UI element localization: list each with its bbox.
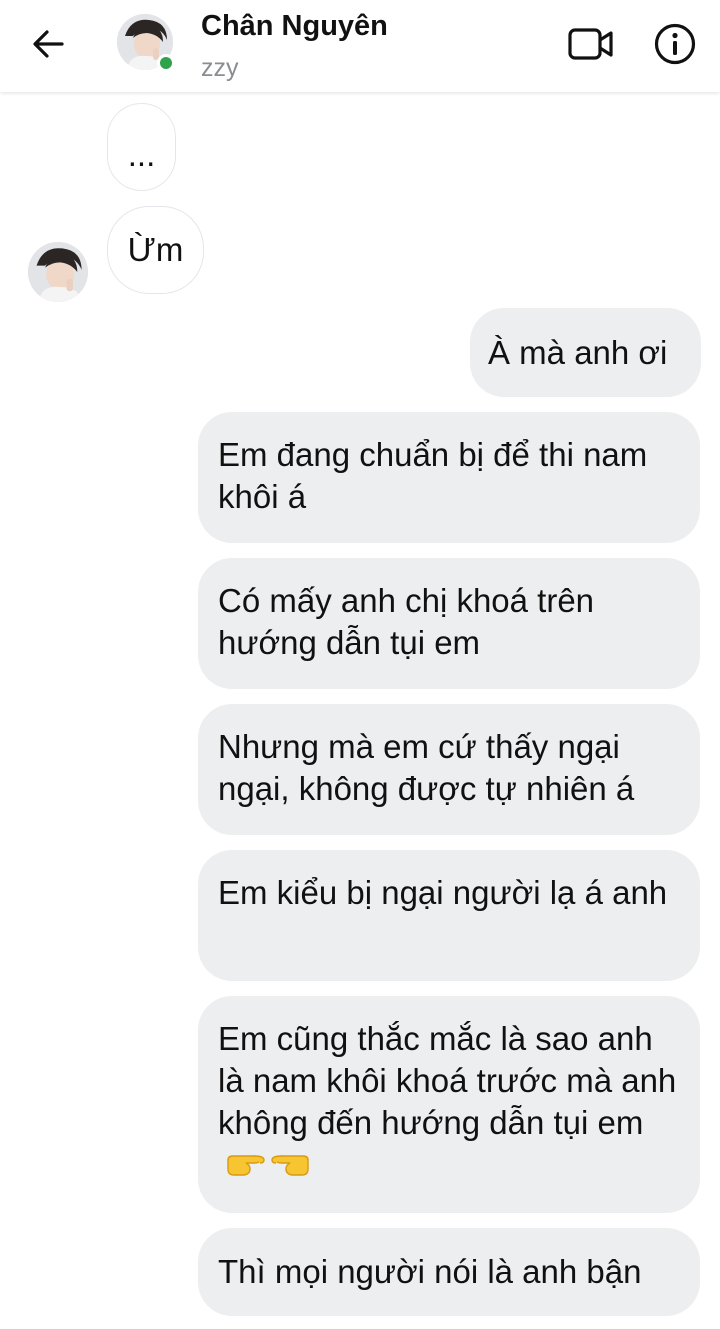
message-bubble-outgoing[interactable]: À mà anh ơi bbox=[470, 308, 701, 397]
message-bubble-outgoing[interactable]: Em cũng thắc mắc là sao anh là nam khôi … bbox=[198, 996, 700, 1213]
pointing-left-emoji bbox=[268, 1148, 312, 1190]
message-text: ... bbox=[127, 136, 156, 173]
message-bubble-outgoing[interactable]: Thì mọi người nói là anh bận bbox=[198, 1228, 700, 1316]
message-bubble-outgoing[interactable]: Em đang chuẩn bị để thi nam khôi á bbox=[198, 412, 700, 543]
message-text: Ừm bbox=[127, 231, 184, 268]
video-camera-icon bbox=[568, 28, 613, 60]
back-button[interactable] bbox=[26, 22, 70, 66]
conversation-info-button[interactable] bbox=[652, 21, 698, 67]
info-circle-icon bbox=[654, 23, 696, 65]
online-indicator bbox=[157, 54, 175, 72]
message-bubble-incoming[interactable]: Ừm bbox=[107, 206, 204, 294]
message-text: Nhưng mà em cứ thấy ngại ngại, không đượ… bbox=[218, 728, 635, 807]
message-text: Có mấy anh chị khoá trên hướng dẫn tụi e… bbox=[218, 582, 595, 661]
message-text: Em kiểu bị ngại người lạ á anh bbox=[218, 874, 668, 911]
message-bubble-outgoing[interactable]: Nhưng mà em cứ thấy ngại ngại, không đượ… bbox=[198, 704, 700, 835]
message-bubble-outgoing[interactable]: Có mấy anh chị khoá trên hướng dẫn tụi e… bbox=[198, 558, 700, 689]
message-text: Thì mọi người nói là anh bận bbox=[218, 1253, 642, 1290]
avatar-photo bbox=[28, 242, 88, 302]
message-text: À mà anh ơi bbox=[488, 334, 668, 371]
message-bubble-outgoing[interactable]: Em kiểu bị ngại người lạ á anh bbox=[198, 850, 700, 981]
message-text: Em đang chuẩn bị để thi nam khôi á bbox=[218, 436, 648, 515]
arrow-left-icon bbox=[33, 30, 64, 58]
contact-name[interactable]: Chân Nguyên bbox=[201, 10, 388, 43]
chat-header: Chân Nguyên zzy bbox=[0, 0, 720, 92]
sender-avatar[interactable] bbox=[28, 242, 88, 302]
pointing-right-emoji bbox=[224, 1148, 268, 1190]
contact-status: zzy bbox=[201, 54, 239, 82]
message-bubble-incoming[interactable]: ... bbox=[107, 103, 176, 191]
contact-avatar[interactable] bbox=[117, 14, 175, 72]
chat-screen: Chân Nguyên zzy ... Ừm À mà anh ơi Em đa… bbox=[0, 0, 720, 1329]
video-call-button[interactable] bbox=[566, 24, 616, 64]
message-text: Em cũng thắc mắc là sao anh là nam khôi … bbox=[218, 1020, 677, 1141]
